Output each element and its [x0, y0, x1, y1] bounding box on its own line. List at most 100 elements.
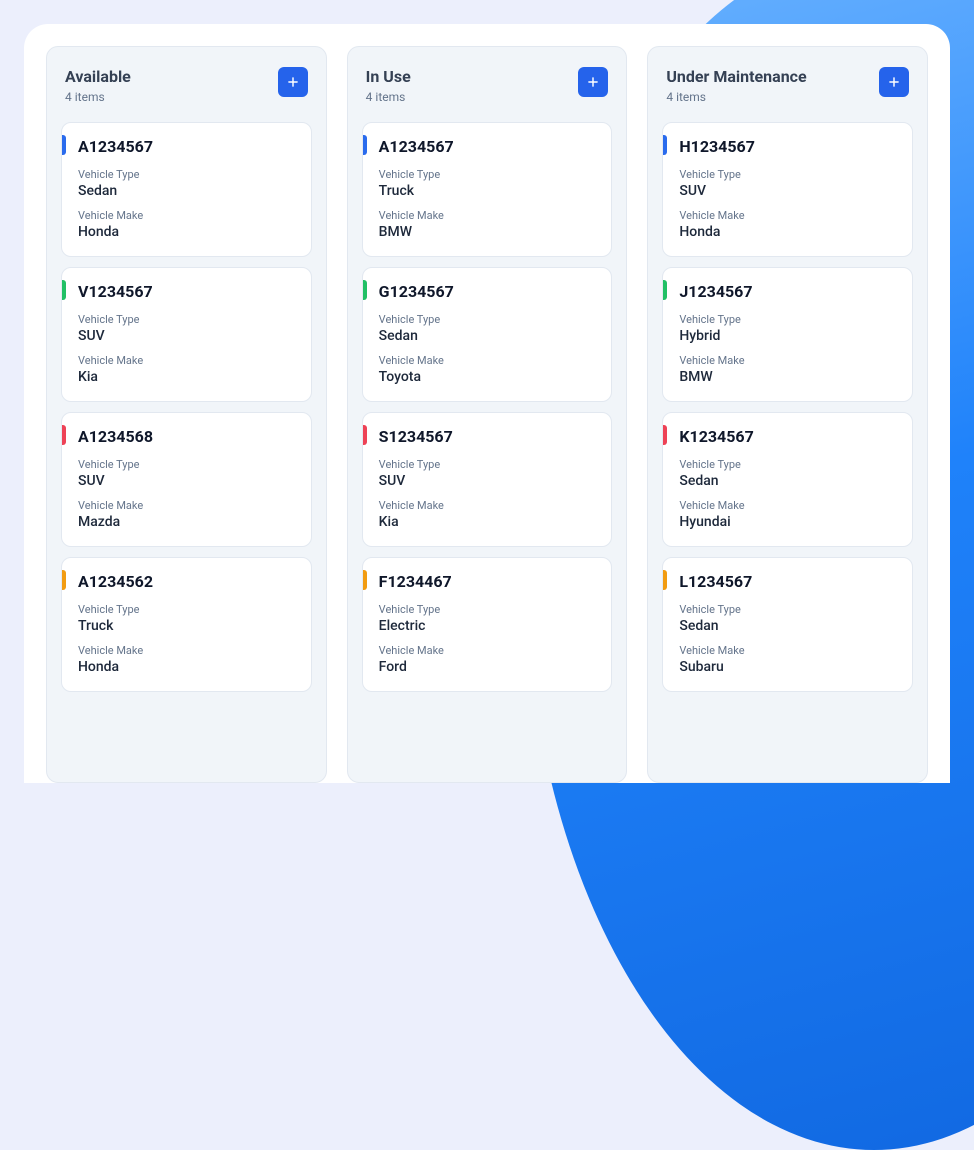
- vehicle-card[interactable]: S1234567 Vehicle Type SUV Vehicle Make K…: [362, 412, 613, 547]
- status-stripe: [363, 280, 367, 300]
- vehicle-card[interactable]: F1234467 Vehicle Type Electric Vehicle M…: [362, 557, 613, 692]
- vehicle-id: J1234567: [679, 282, 896, 301]
- vehicle-card[interactable]: A1234562 Vehicle Type Truck Vehicle Make…: [61, 557, 312, 692]
- field-value: Ford: [379, 659, 596, 675]
- field-value: Electric: [379, 618, 596, 634]
- vehicle-id: A1234568: [78, 427, 295, 446]
- field-value: SUV: [379, 473, 596, 489]
- field-vehicle-type: Vehicle Type Truck: [78, 603, 295, 634]
- vehicle-card[interactable]: J1234567 Vehicle Type Hybrid Vehicle Mak…: [662, 267, 913, 402]
- field-value: Truck: [379, 183, 596, 199]
- field-vehicle-make: Vehicle Make Honda: [78, 209, 295, 240]
- field-label: Vehicle Type: [679, 458, 896, 471]
- vehicle-card[interactable]: A1234567 Vehicle Type Sedan Vehicle Make…: [61, 122, 312, 257]
- column-in-use: In Use 4 items A1234567 Vehicle Type Tru…: [347, 46, 628, 783]
- vehicle-id: F1234467: [379, 572, 596, 591]
- vehicle-card[interactable]: L1234567 Vehicle Type Sedan Vehicle Make…: [662, 557, 913, 692]
- plus-icon: [887, 75, 901, 89]
- field-label: Vehicle Make: [379, 644, 596, 657]
- field-label: Vehicle Make: [679, 209, 896, 222]
- status-stripe: [62, 135, 66, 155]
- field-vehicle-make: Vehicle Make Mazda: [78, 499, 295, 530]
- field-vehicle-make: Vehicle Make Hyundai: [679, 499, 896, 530]
- field-label: Vehicle Type: [379, 603, 596, 616]
- column-header: Available 4 items: [61, 61, 312, 104]
- card-list: A1234567 Vehicle Type Sedan Vehicle Make…: [61, 122, 312, 692]
- vehicle-card[interactable]: A1234568 Vehicle Type SUV Vehicle Make M…: [61, 412, 312, 547]
- field-value: Kia: [78, 369, 295, 385]
- field-vehicle-type: Vehicle Type Truck: [379, 168, 596, 199]
- field-vehicle-make: Vehicle Make Kia: [379, 499, 596, 530]
- plus-icon: [286, 75, 300, 89]
- field-vehicle-type: Vehicle Type Sedan: [679, 458, 896, 489]
- field-vehicle-make: Vehicle Make Kia: [78, 354, 295, 385]
- field-value: Honda: [679, 224, 896, 240]
- field-value: SUV: [78, 328, 295, 344]
- vehicle-card[interactable]: A1234567 Vehicle Type Truck Vehicle Make…: [362, 122, 613, 257]
- column-subtitle: 4 items: [366, 90, 411, 104]
- field-label: Vehicle Make: [78, 499, 295, 512]
- field-value: Kia: [379, 514, 596, 530]
- field-label: Vehicle Make: [379, 354, 596, 367]
- field-vehicle-make: Vehicle Make Subaru: [679, 644, 896, 675]
- vehicle-card[interactable]: G1234567 Vehicle Type Sedan Vehicle Make…: [362, 267, 613, 402]
- field-value: BMW: [379, 224, 596, 240]
- add-button[interactable]: [278, 67, 308, 97]
- field-label: Vehicle Make: [679, 499, 896, 512]
- status-stripe: [663, 280, 667, 300]
- field-value: Honda: [78, 659, 295, 675]
- field-vehicle-type: Vehicle Type SUV: [679, 168, 896, 199]
- field-value: Sedan: [679, 618, 896, 634]
- status-stripe: [62, 280, 66, 300]
- field-value: Subaru: [679, 659, 896, 675]
- field-label: Vehicle Type: [679, 313, 896, 326]
- field-label: Vehicle Type: [679, 603, 896, 616]
- field-label: Vehicle Type: [379, 458, 596, 471]
- status-stripe: [363, 425, 367, 445]
- field-value: Hyundai: [679, 514, 896, 530]
- vehicle-id: L1234567: [679, 572, 896, 591]
- field-value: Honda: [78, 224, 295, 240]
- field-value: Sedan: [78, 183, 295, 199]
- field-label: Vehicle Make: [78, 644, 295, 657]
- field-vehicle-make: Vehicle Make BMW: [679, 354, 896, 385]
- add-button[interactable]: [879, 67, 909, 97]
- column-title: In Use: [366, 67, 411, 88]
- column-header: Under Maintenance 4 items: [662, 61, 913, 104]
- field-label: Vehicle Type: [379, 168, 596, 181]
- field-value: Sedan: [379, 328, 596, 344]
- column-under-maintenance: Under Maintenance 4 items H1234567 Vehic…: [647, 46, 928, 783]
- vehicle-id: G1234567: [379, 282, 596, 301]
- field-label: Vehicle Type: [379, 313, 596, 326]
- add-button[interactable]: [578, 67, 608, 97]
- field-label: Vehicle Make: [78, 209, 295, 222]
- vehicle-card[interactable]: K1234567 Vehicle Type Sedan Vehicle Make…: [662, 412, 913, 547]
- field-vehicle-type: Vehicle Type Electric: [379, 603, 596, 634]
- status-stripe: [62, 425, 66, 445]
- field-vehicle-type: Vehicle Type SUV: [379, 458, 596, 489]
- status-stripe: [62, 570, 66, 590]
- vehicle-id: H1234567: [679, 137, 896, 156]
- field-label: Vehicle Type: [679, 168, 896, 181]
- vehicle-id: A1234562: [78, 572, 295, 591]
- field-vehicle-make: Vehicle Make Ford: [379, 644, 596, 675]
- field-vehicle-type: Vehicle Type Sedan: [78, 168, 295, 199]
- field-label: Vehicle Make: [78, 354, 295, 367]
- column-heading: In Use 4 items: [366, 67, 411, 104]
- field-value: SUV: [679, 183, 896, 199]
- column-heading: Under Maintenance 4 items: [666, 67, 806, 104]
- card-list: A1234567 Vehicle Type Truck Vehicle Make…: [362, 122, 613, 692]
- vehicle-card[interactable]: H1234567 Vehicle Type SUV Vehicle Make H…: [662, 122, 913, 257]
- field-label: Vehicle Make: [679, 644, 896, 657]
- status-stripe: [363, 570, 367, 590]
- field-label: Vehicle Type: [78, 603, 295, 616]
- field-vehicle-type: Vehicle Type Sedan: [679, 603, 896, 634]
- field-label: Vehicle Type: [78, 168, 295, 181]
- vehicle-card[interactable]: V1234567 Vehicle Type SUV Vehicle Make K…: [61, 267, 312, 402]
- field-label: Vehicle Make: [379, 499, 596, 512]
- main-panel: Available 4 items A1234567 Vehicle Type …: [24, 24, 950, 783]
- vehicle-id: A1234567: [379, 137, 596, 156]
- field-vehicle-make: Vehicle Make Honda: [679, 209, 896, 240]
- column-title: Under Maintenance: [666, 67, 806, 88]
- field-vehicle-type: Vehicle Type Hybrid: [679, 313, 896, 344]
